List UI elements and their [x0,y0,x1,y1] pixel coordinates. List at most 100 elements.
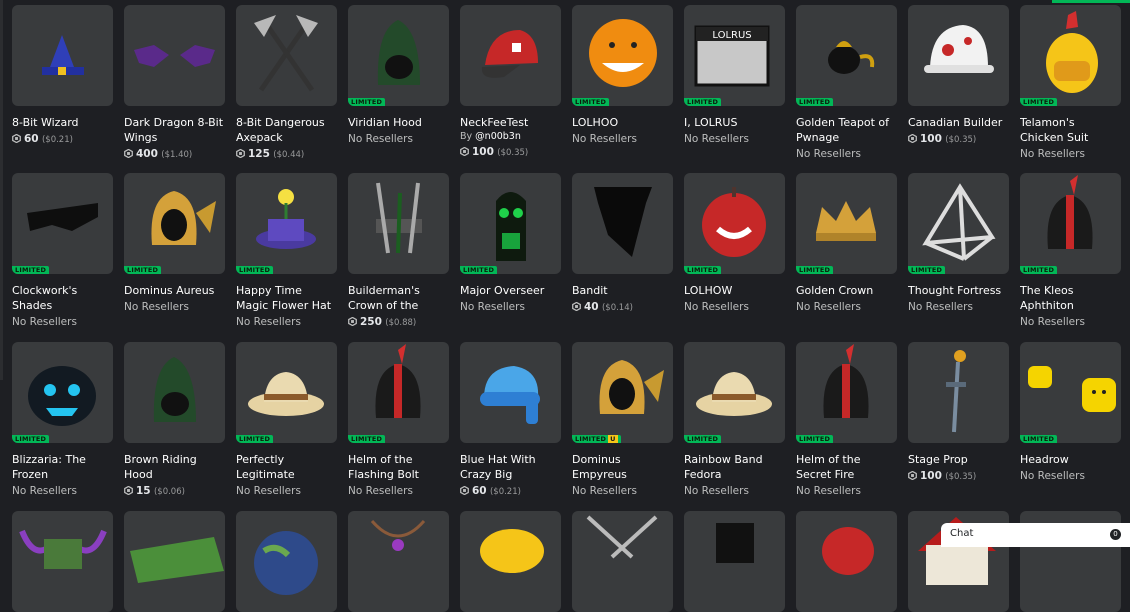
item-thumbnail[interactable]: LIMITED [1020,342,1121,443]
item-thumbnail[interactable] [236,5,337,106]
item-card[interactable] [12,511,113,612]
item-name[interactable]: Clockwork's Shades [12,283,113,313]
item-thumbnail[interactable] [236,511,337,612]
item-name[interactable]: Thought Fortress [908,283,1009,298]
item-name[interactable]: Major Overseer [460,283,561,298]
creator-link[interactable]: @n00b3n [475,131,521,142]
item-name[interactable]: Perfectly Legitimate [236,452,337,482]
item-name[interactable]: Builderman's Crown of the [348,283,449,313]
item-thumbnail[interactable]: LIMITED [1020,5,1121,106]
item-name[interactable]: Canadian Builder [908,115,1009,130]
item-card[interactable]: 8-Bit Wizard 60 ($0.21) [12,5,113,148]
item-card[interactable]: LIMITED Golden Teapot of Pwnage No Reselle… [796,5,897,162]
item-card[interactable]: Builderman's Crown of the 250 ($0.88) [348,173,449,331]
item-name[interactable]: Headrow [1020,452,1121,467]
item-thumbnail[interactable] [460,511,561,612]
item-thumbnail[interactable] [12,511,113,612]
item-card[interactable]: 8-Bit Dangerous Axepack 125 ($0.44) [236,5,337,163]
item-card[interactable]: LIMITED Dominus Aureus No Resellers [124,173,225,315]
item-name[interactable]: Blizzaria: The Frozen [12,452,113,482]
item-name[interactable]: 8-Bit Dangerous Axepack [236,115,337,145]
item-thumbnail[interactable]: LIMITED [124,173,225,274]
item-card[interactable]: LIMITED Happy Time Magic Flower Hat No Res… [236,173,337,330]
item-thumbnail[interactable] [124,342,225,443]
item-thumbnail[interactable]: LIMITED [12,173,113,274]
item-thumbnail[interactable]: LIMITED [796,342,897,443]
item-name[interactable]: Viridian Hood [348,115,449,130]
item-thumbnail[interactable] [908,342,1009,443]
item-card[interactable]: LIMITED Rainbow Band Fedora No Resellers [684,342,785,499]
item-name[interactable]: Bandit [572,283,673,298]
item-card[interactable]: Blue Hat With Crazy Big 60 ($0.21) [460,342,561,500]
item-name[interactable]: The Kleos Aphthiton [1020,283,1121,313]
item-name[interactable]: Golden Crown [796,283,897,298]
item-thumbnail[interactable]: LIMITED [572,5,673,106]
item-thumbnail[interactable]: LOLRUS LIMITED [684,5,785,106]
item-thumbnail[interactable] [572,173,673,274]
item-card[interactable]: LOLRUS LIMITED I, LOLRUS No Resellers [684,5,785,147]
item-card[interactable]: Canadian Builder 100 ($0.35) [908,5,1009,148]
item-card[interactable]: LIMITED Clockwork's Shades No Resellers [12,173,113,330]
item-thumbnail[interactable] [124,5,225,106]
item-card[interactable]: LIMITED Helm of the Secret Fire No Reselle… [796,342,897,499]
item-card[interactable]: LIMITED The Kleos Aphthiton No Resellers [1020,173,1121,330]
item-name[interactable]: Rainbow Band Fedora [684,452,785,482]
item-name[interactable]: Golden Teapot of Pwnage [796,115,897,145]
item-card[interactable]: NeckFeeTest By @n00b3n 100 ($0.35) [460,5,561,161]
item-thumbnail[interactable]: LIMITED [796,5,897,106]
item-thumbnail[interactable] [796,511,897,612]
item-thumbnail[interactable]: LIMITED [348,5,449,106]
item-card[interactable]: LIMITED Thought Fortress No Resellers [908,173,1009,315]
item-card[interactable]: LIMITED Blizzaria: The Frozen No Resellers [12,342,113,499]
item-name[interactable]: Dominus Empyreus [572,452,673,482]
chat-bar[interactable]: Chat 0 [941,523,1130,547]
item-card[interactable]: LIMITED Perfectly Legitimate No Resellers [236,342,337,499]
item-card[interactable]: Bandit 40 ($0.14) [572,173,673,316]
item-thumbnail[interactable] [124,511,225,612]
item-thumbnail[interactable]: LIMITED [684,173,785,274]
item-name[interactable]: Brown Riding Hood [124,452,225,482]
item-card[interactable]: LIMITED Helm of the Flashing Bolt No Resel… [348,342,449,499]
item-thumbnail[interactable] [684,511,785,612]
item-thumbnail[interactable] [908,5,1009,106]
item-card[interactable]: Brown Riding Hood 15 ($0.06) [124,342,225,500]
item-name[interactable]: Blue Hat With Crazy Big [460,452,561,482]
item-thumbnail[interactable] [460,342,561,443]
item-name[interactable]: Dark Dragon 8-Bit Wings [124,115,225,145]
item-card[interactable] [684,511,785,612]
item-card[interactable] [124,511,225,612]
item-thumbnail[interactable]: LIMITED U [572,342,673,443]
item-card[interactable]: LIMITED U Dominus Empyreus No Resellers [572,342,673,499]
item-card[interactable] [460,511,561,612]
item-card[interactable]: LIMITED Major Overseer No Resellers [460,173,561,315]
item-thumbnail[interactable]: LIMITED [796,173,897,274]
item-thumbnail[interactable]: LIMITED [348,342,449,443]
item-name[interactable]: LOLHOO [572,115,673,130]
item-card[interactable] [348,511,449,612]
item-card[interactable]: LIMITED Golden Crown No Resellers [796,173,897,315]
item-thumbnail[interactable] [12,5,113,106]
item-card[interactable]: LIMITED Viridian Hood No Resellers [348,5,449,147]
item-name[interactable]: LOLHOW [684,283,785,298]
item-name[interactable]: NeckFeeTest [460,115,561,130]
item-name[interactable]: Happy Time Magic Flower Hat [236,283,337,313]
item-name[interactable]: Dominus Aureus [124,283,225,298]
item-card[interactable] [236,511,337,612]
item-thumbnail[interactable]: LIMITED [236,342,337,443]
item-thumbnail[interactable]: LIMITED [684,342,785,443]
item-card[interactable]: LIMITED Telamon's Chicken Suit No Reseller… [1020,5,1121,162]
item-thumbnail[interactable]: LIMITED [12,342,113,443]
item-card[interactable] [572,511,673,612]
item-card[interactable]: Stage Prop 100 ($0.35) [908,342,1009,485]
item-thumbnail[interactable] [348,173,449,274]
item-name[interactable]: Telamon's Chicken Suit [1020,115,1121,145]
item-thumbnail[interactable]: LIMITED [1020,173,1121,274]
item-thumbnail[interactable]: LIMITED [908,173,1009,274]
item-thumbnail[interactable]: LIMITED [236,173,337,274]
item-card[interactable]: LIMITED LOLHOO No Resellers [572,5,673,147]
item-card[interactable] [796,511,897,612]
item-name[interactable]: Helm of the Flashing Bolt [348,452,449,482]
item-card[interactable]: LIMITED LOLHOW No Resellers [684,173,785,315]
item-thumbnail[interactable]: LIMITED [460,173,561,274]
item-thumbnail[interactable] [572,511,673,612]
